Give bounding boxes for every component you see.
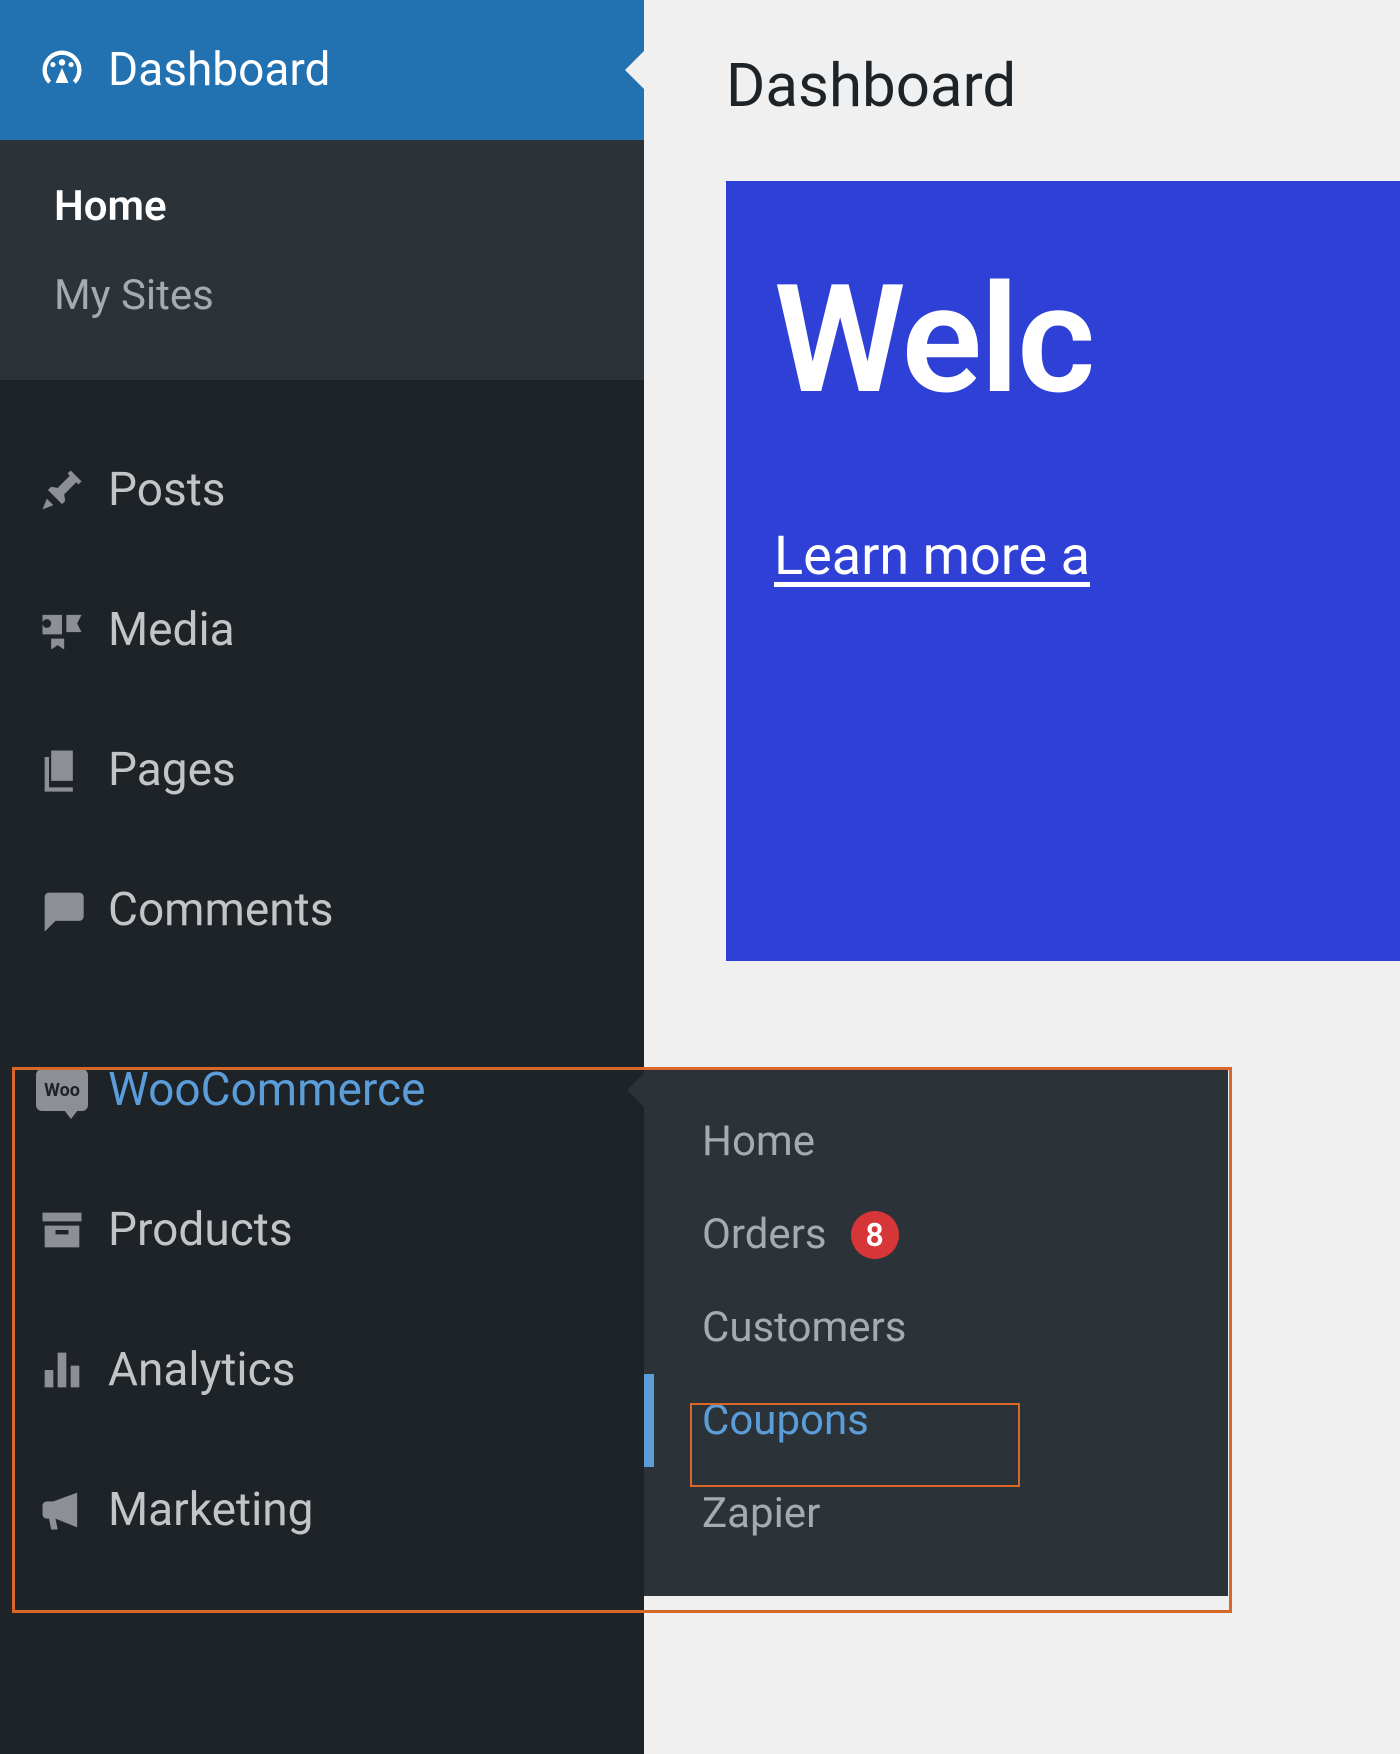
flyout-item-label: Home bbox=[702, 1117, 815, 1166]
flyout-item-label: Customers bbox=[702, 1303, 906, 1352]
flyout-item-label: Zapier bbox=[702, 1489, 820, 1538]
dashboard-icon bbox=[36, 44, 108, 96]
flyout-item-label: Orders bbox=[702, 1210, 827, 1259]
megaphone-icon bbox=[36, 1484, 108, 1536]
woo-logo: Woo bbox=[36, 1069, 88, 1111]
sidebar-item-marketing[interactable]: Marketing bbox=[0, 1440, 644, 1580]
welcome-panel: Welc Learn more a bbox=[726, 181, 1400, 961]
page-title: Dashboard bbox=[644, 0, 1400, 181]
submenu-item-home[interactable]: Home bbox=[54, 162, 644, 251]
sidebar-item-label: Pages bbox=[108, 743, 236, 797]
orders-count-badge: 8 bbox=[851, 1211, 899, 1259]
woo-icon: Woo bbox=[36, 1069, 108, 1111]
sidebar-item-analytics[interactable]: Analytics bbox=[0, 1300, 644, 1440]
sidebar-item-media[interactable]: Media bbox=[0, 560, 644, 700]
sidebar-item-dashboard[interactable]: Dashboard bbox=[0, 0, 644, 140]
sidebar-item-label: WooCommerce bbox=[108, 1063, 425, 1117]
flyout-item-coupons[interactable]: Coupons bbox=[644, 1374, 1228, 1467]
learn-more-link[interactable]: Learn more a bbox=[774, 525, 1090, 588]
sidebar-item-label: Media bbox=[108, 603, 235, 657]
analytics-icon bbox=[36, 1344, 108, 1396]
sidebar-item-woocommerce[interactable]: Woo WooCommerce bbox=[0, 1020, 644, 1160]
pages-icon bbox=[36, 744, 108, 796]
sidebar-item-label: Dashboard bbox=[108, 43, 330, 97]
flyout-item-label: Coupons bbox=[702, 1396, 869, 1445]
sidebar-item-label: Comments bbox=[108, 883, 333, 937]
sidebar-item-label: Marketing bbox=[108, 1483, 314, 1537]
flyout-item-zapier[interactable]: Zapier bbox=[644, 1467, 1228, 1560]
comment-icon bbox=[36, 884, 108, 936]
woocommerce-flyout: Home Orders 8 Customers Coupons Zapier bbox=[644, 1067, 1228, 1596]
sidebar-item-label: Analytics bbox=[108, 1343, 295, 1397]
sidebar-item-comments[interactable]: Comments bbox=[0, 840, 644, 980]
sidebar-item-label: Posts bbox=[108, 463, 226, 517]
sidebar-item-products[interactable]: Products bbox=[0, 1160, 644, 1300]
sidebar-item-label: Products bbox=[108, 1203, 293, 1257]
media-icon bbox=[36, 604, 108, 656]
flyout-item-orders[interactable]: Orders 8 bbox=[644, 1188, 1228, 1281]
admin-sidebar: Dashboard Home My Sites Posts Media Page… bbox=[0, 0, 644, 1754]
pin-icon bbox=[36, 464, 108, 516]
flyout-item-home[interactable]: Home bbox=[644, 1095, 1228, 1188]
sidebar-item-pages[interactable]: Pages bbox=[0, 700, 644, 840]
submenu-item-my-sites[interactable]: My Sites bbox=[54, 251, 644, 340]
archive-icon bbox=[36, 1204, 108, 1256]
sidebar-item-posts[interactable]: Posts bbox=[0, 420, 644, 560]
dashboard-submenu: Home My Sites bbox=[0, 140, 644, 380]
welcome-heading: Welc bbox=[774, 265, 1400, 415]
flyout-item-customers[interactable]: Customers bbox=[644, 1281, 1228, 1374]
